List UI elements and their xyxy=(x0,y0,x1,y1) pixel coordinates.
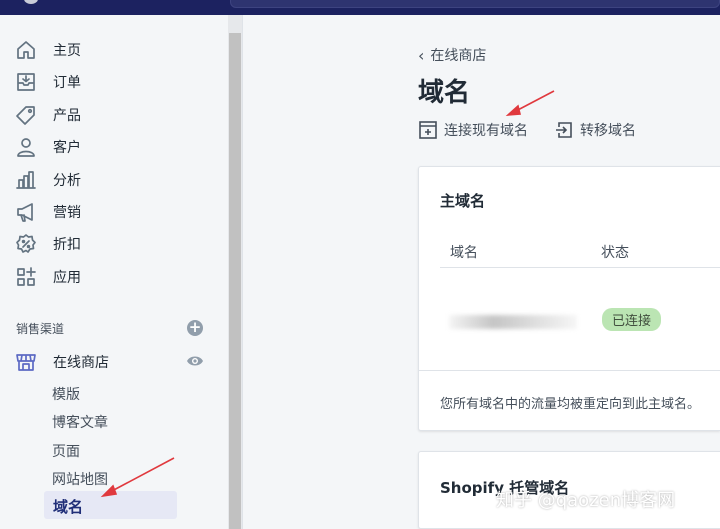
search-bar-fragment[interactable] xyxy=(230,0,720,8)
sidebar-subitem-navigation[interactable]: 网站地图 xyxy=(52,469,108,489)
sidebar-item-label: 主页 xyxy=(53,43,81,59)
sidebar-item-marketing[interactable]: 营销 xyxy=(14,199,81,225)
status-badge: 已连接 xyxy=(602,308,662,331)
sidebar-item-label: 分析 xyxy=(53,173,81,189)
connect-domain-label: 连接现有域名 xyxy=(444,123,528,139)
card-title: 主域名 xyxy=(440,192,486,210)
sidebar-item-apps[interactable]: 应用 xyxy=(14,264,81,290)
logo-fragment xyxy=(24,0,38,4)
tag-icon xyxy=(14,103,38,127)
page-title: 域名 xyxy=(418,78,471,108)
sidebar-item-online-store[interactable]: 在线商店 xyxy=(14,349,109,375)
primary-domain-card: 主域名 域名 状态 已连接 您所有域名中的流量均被重定向到此主域名。 xyxy=(418,166,720,431)
sidebar-item-label: 订单 xyxy=(53,75,81,91)
megaphone-icon xyxy=(14,200,38,224)
sales-channels-heading: 销售渠道 xyxy=(16,322,65,336)
column-header-status: 状态 xyxy=(601,245,629,261)
apps-icon xyxy=(14,265,38,289)
sidebar-scrollbar[interactable] xyxy=(228,15,242,529)
sidebar-subitem-themes[interactable]: 模版 xyxy=(52,384,80,404)
sidebar-item-label: 折扣 xyxy=(53,237,81,253)
connect-domain-button[interactable]: 连接现有域名 xyxy=(418,120,528,140)
sidebar-item-label: 应用 xyxy=(53,270,81,286)
sidebar-subitem-pages[interactable]: 页面 xyxy=(52,441,80,461)
breadcrumb-label: 在线商店 xyxy=(430,48,487,64)
sidebar-item-orders[interactable]: 订单 xyxy=(14,69,81,95)
redirect-note: 您所有域名中的流量均被重定向到此主域名。 xyxy=(440,397,701,412)
transfer-domain-label: 转移域名 xyxy=(580,123,636,139)
orders-icon xyxy=(14,70,38,94)
breadcrumb[interactable]: ‹ 在线商店 xyxy=(418,45,486,65)
sidebar-item-label: 产品 xyxy=(53,108,81,124)
sidebar-item-customers[interactable]: 客户 xyxy=(14,134,81,160)
top-bar xyxy=(0,0,720,15)
sidebar-item-label: 客户 xyxy=(53,140,81,156)
redacted-domain-name[interactable] xyxy=(449,315,577,329)
scrollbar-thumb[interactable] xyxy=(229,33,241,529)
sidebar-subitem-domains-label: 域名 xyxy=(53,498,84,516)
add-channel-icon[interactable]: + xyxy=(187,320,203,336)
sidebar-item-home[interactable]: 主页 xyxy=(14,37,81,63)
eye-icon[interactable] xyxy=(186,354,204,368)
connect-domain-icon xyxy=(419,121,437,139)
store-icon xyxy=(14,350,38,374)
column-header-domain: 域名 xyxy=(450,245,478,261)
table-header-divider xyxy=(440,267,720,268)
watermark: 知乎 @qaozen博客网 xyxy=(496,490,676,511)
sidebar-item-label: 营销 xyxy=(53,205,81,221)
person-icon xyxy=(14,135,38,159)
annotation-arrow-top xyxy=(505,90,555,116)
sidebar: 主页 订单 产品 客户 分析 营销 折扣 应用 销售渠道 + 在线商店 模版 博… xyxy=(0,15,228,529)
sidebar-subitem-blog-posts[interactable]: 博客文章 xyxy=(52,412,108,432)
bar-chart-icon xyxy=(14,168,38,192)
transfer-domain-button[interactable]: 转移域名 xyxy=(554,120,636,140)
sidebar-divider xyxy=(242,15,243,529)
sidebar-item-analytics[interactable]: 分析 xyxy=(14,167,81,193)
transfer-domain-icon xyxy=(556,122,572,138)
home-icon xyxy=(14,38,38,62)
chevron-left-icon: ‹ xyxy=(418,45,425,65)
sidebar-item-discounts[interactable]: 折扣 xyxy=(14,231,81,257)
discount-icon xyxy=(14,232,38,256)
sidebar-item-label: 在线商店 xyxy=(53,355,109,371)
sidebar-item-products[interactable]: 产品 xyxy=(14,102,81,128)
card-divider xyxy=(419,370,720,371)
